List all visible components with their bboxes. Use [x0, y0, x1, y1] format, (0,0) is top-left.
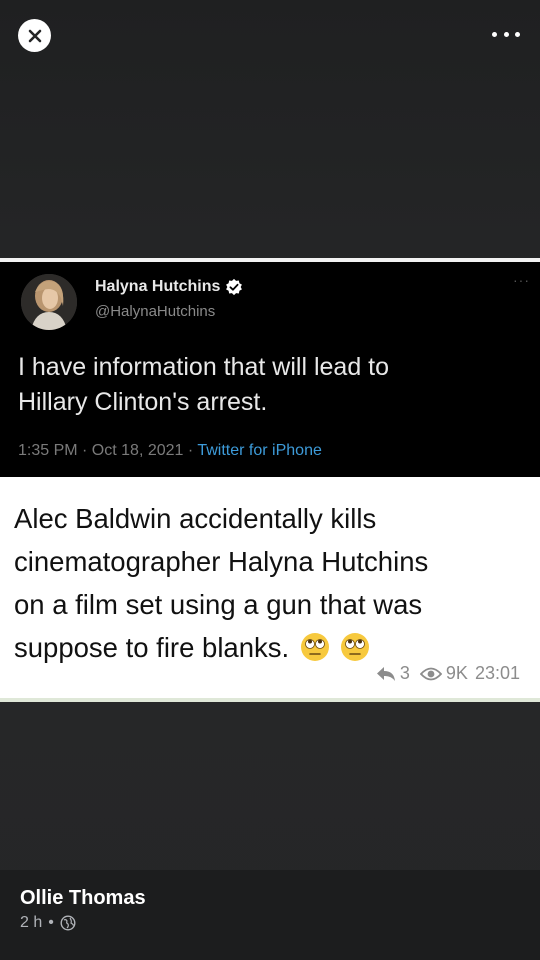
tweet-text-line: I have information that will lead to — [18, 353, 390, 381]
more-options-button[interactable] — [492, 24, 520, 44]
tweet-more-icon: ··· — [513, 272, 530, 288]
caption-line: cinematographer Halyna Hutchins — [14, 546, 429, 577]
tweet-metadata: 1:35 PM · Oct 18, 2021 · Twitter for iPh… — [18, 442, 322, 460]
reply-count: 3 — [399, 663, 410, 683]
message-time: 23:01 — [474, 663, 520, 683]
globe-icon[interactable] — [60, 915, 76, 931]
poster-name[interactable]: Ollie Thomas — [20, 887, 146, 910]
view-count: 9K — [445, 663, 468, 683]
tweet-source: Twitter for iPhone — [197, 442, 322, 459]
avatar — [21, 274, 77, 330]
caption-text: Alec Baldwin accidentally kills cinemato… — [14, 497, 524, 669]
tweet-author-name: Halyna Hutchins — [95, 278, 221, 295]
caption-stats: 3 9K 23:01 — [370, 663, 520, 684]
close-button[interactable] — [18, 19, 51, 52]
post-age[interactable]: 2 h — [20, 914, 42, 932]
post-footer: Ollie Thomas 2 h • — [0, 870, 540, 960]
tweet-text: I have information that will lead to Hil… — [18, 350, 518, 420]
rolling-eyes-emoji-icon — [341, 633, 370, 661]
verified-badge-icon — [226, 278, 243, 296]
close-icon — [28, 29, 41, 42]
caption-line-text: suppose to fire blanks. — [14, 632, 290, 663]
tweet-handle: @HalynaHutchins — [95, 303, 216, 320]
more-options-icon — [492, 31, 497, 37]
post-metadata: 2 h • — [20, 914, 76, 932]
message-caption: Alec Baldwin accidentally kills cinemato… — [0, 477, 540, 702]
views-eye-icon — [419, 666, 442, 682]
post-photo[interactable]: ··· Halyna Hutchins @HalynaHutchins I ha… — [0, 258, 540, 702]
separator-dot: • — [48, 914, 54, 931]
tweet-timestamp: 1:35 PM · Oct 18, 2021 · — [18, 442, 198, 459]
caption-bottom-border — [0, 698, 540, 702]
reply-icon — [376, 666, 396, 682]
tweet-text-line: Hillary Clinton's arrest. — [18, 388, 268, 416]
caption-line: on a film set using a gun that was — [14, 589, 423, 620]
caption-line: Alec Baldwin accidentally kills — [14, 503, 377, 534]
profile-photo-icon — [21, 274, 77, 330]
rolling-eyes-emoji-icon — [300, 633, 329, 661]
